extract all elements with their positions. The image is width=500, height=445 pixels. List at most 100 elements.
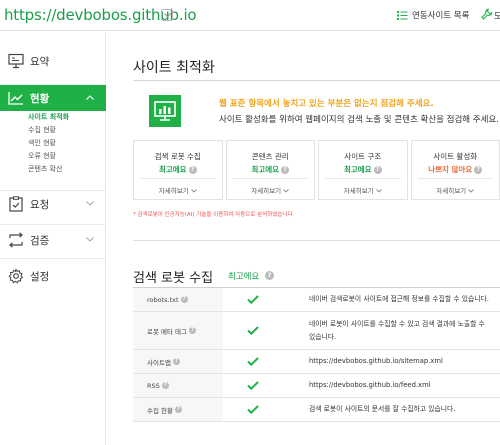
card-title: 사이트 구조 bbox=[344, 152, 382, 161]
trend-chart-icon bbox=[8, 92, 23, 105]
row-description: 네이버 로봇이 사이트를 수집할 수 있고 검색 결과에 노출할 수 있습니다. bbox=[309, 319, 485, 341]
row-name: robots.txt? bbox=[133, 288, 223, 311]
sidebar-item-request[interactable]: 요청 bbox=[0, 191, 106, 217]
row-name: 수집 현황? bbox=[133, 398, 223, 421]
submenu-item-error-status[interactable]: 오류 현황 bbox=[0, 150, 106, 163]
card-title: 사이트 활성화 bbox=[433, 152, 478, 161]
help-icon[interactable]: ? bbox=[265, 271, 274, 280]
sidebar-item-label: 요청 bbox=[30, 199, 50, 211]
divider bbox=[417, 178, 493, 179]
chevron-down-icon bbox=[283, 189, 290, 193]
summary-card-content: 콘텐츠 관리 최고에요? 자세히보기 bbox=[225, 140, 315, 200]
page-title: 사이트 최적화 bbox=[133, 60, 215, 76]
tools-label[interactable]: 도 bbox=[494, 9, 500, 22]
table-row: 수집 현황? 검색 로봇이 사이트의 문서를 잘 수집하고 있습니다. bbox=[133, 398, 500, 422]
card-status: 최고에요? bbox=[227, 164, 315, 175]
optimization-banner: 웹 표준 항목에서 놓치고 있는 부분은 없는지 점검해 주세요. 사이트 활성… bbox=[133, 87, 500, 137]
swap-arrows-icon bbox=[9, 232, 23, 248]
table-row: robots.txt? 네이버 검색로봇이 사이트에 접근해 정보를 수집할 수… bbox=[133, 288, 500, 312]
chevron-down-icon bbox=[468, 189, 475, 193]
check-icon bbox=[223, 288, 283, 311]
card-status: 나쁘지 않아요? bbox=[412, 164, 500, 175]
submenu-item-index-status[interactable]: 색인 현황 bbox=[0, 137, 106, 150]
linked-sites-label: 연동사이트 목록 bbox=[412, 11, 470, 21]
sidebar-item-label: 설정 bbox=[30, 271, 50, 283]
divider bbox=[140, 178, 216, 179]
help-icon[interactable]: ? bbox=[281, 166, 290, 174]
chevron-up-icon bbox=[86, 95, 94, 100]
main-content: 사이트 최적화 웹 표준 항목에서 놓치고 있는 부분은 없는지 점검해 주세요… bbox=[107, 32, 500, 445]
card-more-link[interactable]: 자세히보기 bbox=[412, 185, 500, 195]
row-description: 검색 로봇이 사이트의 문서를 잘 수집하고 있습니다. bbox=[309, 405, 456, 413]
sidebar-item-settings[interactable]: 설정 bbox=[0, 263, 106, 289]
help-icon[interactable]: ? bbox=[188, 166, 197, 174]
row-description: 네이버 검색로봇이 사이트에 접근해 정보를 수집할 수 있습니다. bbox=[309, 295, 489, 303]
row-name: 사이트맵? bbox=[133, 350, 223, 373]
card-title: 콘텐츠 관리 bbox=[251, 152, 289, 161]
divider bbox=[325, 178, 401, 179]
sidebar-item-label: 요약 bbox=[30, 56, 50, 68]
submenu-item-crawl-status[interactable]: 수집 현황 bbox=[0, 124, 106, 137]
help-icon[interactable]: ? bbox=[172, 358, 180, 365]
check-icon bbox=[223, 350, 283, 373]
wrench-icon[interactable] bbox=[481, 8, 493, 20]
divider bbox=[133, 80, 500, 81]
summary-card-activation: 사이트 활성화 나쁘지 않아요? 자세히보기 bbox=[410, 140, 500, 200]
help-icon[interactable]: ? bbox=[373, 166, 382, 174]
chevron-down-icon bbox=[190, 189, 197, 193]
submenu-item-content-spread[interactable]: 콘텐츠 확산 bbox=[0, 163, 106, 176]
linked-sites-link[interactable]: 연동사이트 목록 bbox=[397, 9, 469, 21]
gear-icon bbox=[8, 268, 24, 284]
chevron-down-icon bbox=[375, 189, 382, 193]
help-icon[interactable]: ? bbox=[175, 406, 182, 413]
card-title: 검색 로봇 수집 bbox=[154, 152, 201, 161]
divider bbox=[133, 240, 500, 241]
help-icon[interactable]: ? bbox=[161, 382, 169, 389]
summary-card-crawl: 검색 로봇 수집 최고에요? 자세히보기 bbox=[133, 140, 223, 200]
banner-headline: 웹 표준 항목에서 놓치고 있는 부분은 없는지 점검해 주세요. bbox=[219, 99, 434, 109]
sidebar-item-summary[interactable]: 요약 bbox=[0, 48, 106, 74]
monitor-chart-icon bbox=[149, 95, 181, 127]
divider bbox=[232, 178, 308, 179]
row-name: 로봇 메타 태그? bbox=[133, 312, 223, 349]
banner-description: 사이트 활성화를 위하여 웹페이지의 검색 노출 및 콘텐츠 확산을 점검해 주… bbox=[219, 115, 499, 125]
section-title: 검색 로봇 수집 bbox=[133, 271, 214, 286]
submenu-item-site-optimization[interactable]: 사이트 최적화 bbox=[0, 111, 106, 124]
card-status: 최고에요? bbox=[134, 164, 222, 175]
card-status: 최고에요? bbox=[319, 164, 407, 175]
sidebar-submenu: 사이트 최적화 수집 현황 색인 현황 오류 현황 콘텐츠 확산 bbox=[0, 111, 106, 176]
check-icon bbox=[223, 374, 283, 397]
table-row: 사이트맵? https://devbobos.github.io/sitemap… bbox=[133, 350, 500, 374]
card-more-link[interactable]: 자세히보기 bbox=[319, 185, 407, 195]
site-dropdown-button[interactable] bbox=[161, 9, 173, 21]
section-status: 최고에요 bbox=[228, 272, 260, 282]
sidebar: 요약 현황 사이트 최적화 수집 현황 색인 현황 오류 현황 콘텐츠 확산 요… bbox=[0, 32, 106, 445]
help-icon[interactable]: ? bbox=[474, 166, 483, 174]
card-more-link[interactable]: 자세히보기 bbox=[227, 185, 315, 195]
divider bbox=[0, 258, 106, 259]
top-bar: https://devbobos.github.io 연동사이트 목록 도 bbox=[0, 0, 500, 31]
sidebar-item-status[interactable]: 현황 bbox=[0, 85, 106, 111]
rss-url-link[interactable]: https://devbobos.github.io/feed.xml bbox=[283, 374, 500, 397]
chevron-down-icon bbox=[164, 13, 171, 18]
table-row: 로봇 메타 태그? 네이버 로봇이 사이트를 수집할 수 있고 검색 결과에 노… bbox=[133, 312, 500, 350]
card-more-link[interactable]: 자세히보기 bbox=[134, 185, 222, 195]
crawl-check-table: robots.txt? 네이버 검색로봇이 사이트에 접근해 정보를 수집할 수… bbox=[133, 287, 500, 422]
sitemap-url-link[interactable]: https://devbobos.github.io/sitemap.xml bbox=[283, 350, 500, 373]
summary-card-structure: 사이트 구조 최고에요? 자세히보기 bbox=[318, 140, 408, 200]
help-icon[interactable]: ? bbox=[180, 296, 188, 303]
row-name: RSS? bbox=[133, 374, 223, 397]
presentation-board-icon bbox=[8, 53, 24, 69]
chevron-down-icon bbox=[86, 237, 94, 242]
divider bbox=[0, 224, 106, 225]
summary-cards: 검색 로봇 수집 최고에요? 자세히보기 콘텐츠 관리 최고에요? 자세히보기 … bbox=[133, 140, 500, 200]
ai-analysis-note: * 검색로봇이 인공지능(AI) 기술을 이용하여 자동으로 분석하였습니다 bbox=[133, 212, 293, 218]
chevron-down-icon bbox=[86, 201, 94, 206]
check-icon bbox=[223, 398, 283, 421]
list-icon bbox=[397, 11, 408, 20]
sidebar-item-label: 검증 bbox=[30, 235, 50, 247]
sidebar-item-verify[interactable]: 검증 bbox=[0, 227, 106, 253]
check-icon bbox=[223, 312, 283, 349]
help-icon[interactable]: ? bbox=[189, 327, 197, 334]
clipboard-check-icon bbox=[9, 196, 23, 212]
